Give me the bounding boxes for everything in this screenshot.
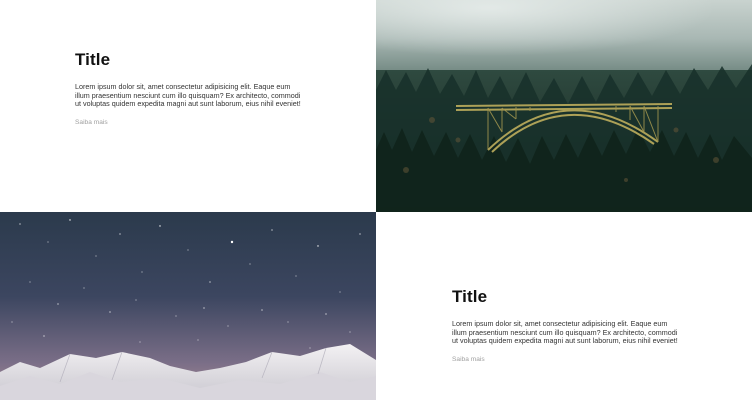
card-description: Lorem ipsum dolor sit, amet consectetur … xyxy=(75,82,301,109)
feature-grid: Title Lorem ipsum dolor sit, amet consec… xyxy=(0,0,752,400)
feature-card-2: Title Lorem ipsum dolor sit, amet consec… xyxy=(376,212,752,400)
starry-mountain-photo xyxy=(0,212,376,400)
card-text-block: Title Lorem ipsum dolor sit, amet consec… xyxy=(452,287,678,366)
read-more-link[interactable]: Saiba mais xyxy=(452,356,485,363)
card-text-block: Title Lorem ipsum dolor sit, amet consec… xyxy=(75,50,301,129)
card-description: Lorem ipsum dolor sit, amet consectetur … xyxy=(452,319,678,346)
card-title: Title xyxy=(75,50,111,69)
card-title: Title xyxy=(452,287,488,306)
feature-card-1: Title Lorem ipsum dolor sit, amet consec… xyxy=(0,0,376,212)
forest-bridge-photo xyxy=(376,0,752,212)
forest-bridge-image xyxy=(376,0,752,212)
read-more-link[interactable]: Saiba mais xyxy=(75,119,108,126)
starry-mountain-image xyxy=(0,212,376,400)
